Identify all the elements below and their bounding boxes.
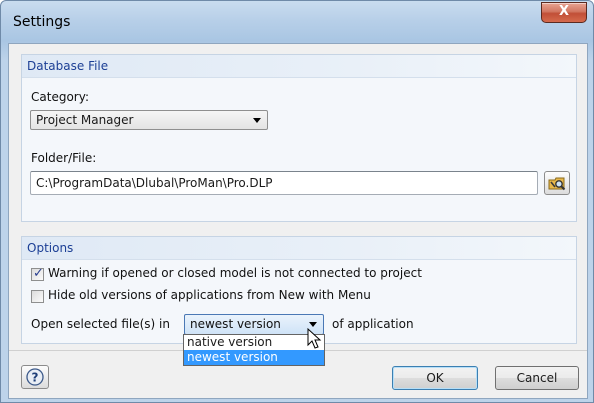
hide-versions-checkbox[interactable] bbox=[31, 290, 44, 303]
browse-button[interactable] bbox=[544, 171, 570, 195]
cancel-button[interactable]: Cancel bbox=[495, 366, 579, 390]
dialog-body: Database File Category: Project Manager … bbox=[8, 43, 588, 399]
hide-versions-checkbox-label[interactable]: Hide old versions of applications from N… bbox=[48, 288, 371, 302]
mouse-cursor-icon bbox=[307, 328, 322, 349]
folder-search-icon bbox=[548, 177, 566, 191]
options-group: Options ✓ Warning if opened or closed mo… bbox=[21, 236, 577, 344]
window-title: Settings bbox=[13, 14, 71, 30]
close-button[interactable]: X bbox=[541, 2, 587, 23]
folder-file-input[interactable]: C:\ProgramData\Dlubal\ProMan\Pro.DLP bbox=[30, 171, 538, 195]
help-icon: ? bbox=[26, 368, 44, 386]
svg-text:?: ? bbox=[32, 371, 39, 385]
of-application-label: of application bbox=[332, 317, 414, 331]
warning-checkbox[interactable]: ✓ bbox=[31, 266, 44, 281]
chevron-down-icon bbox=[253, 118, 261, 123]
open-in-label: Open selected file(s) in bbox=[31, 317, 170, 331]
database-file-group: Database File Category: Project Manager … bbox=[21, 54, 577, 222]
ok-button[interactable]: OK bbox=[392, 366, 478, 390]
category-value: Project Manager bbox=[36, 113, 134, 127]
help-button[interactable]: ? bbox=[21, 365, 49, 389]
category-combo[interactable]: Project Manager bbox=[30, 110, 268, 130]
dropdown-option-native[interactable]: native version bbox=[184, 335, 324, 350]
checkmark-icon: ✓ bbox=[33, 266, 44, 281]
title-bar[interactable]: Settings X bbox=[1, 1, 593, 43]
folder-file-value: C:\ProgramData\Dlubal\ProMan\Pro.DLP bbox=[36, 176, 273, 190]
open-version-value: newest version bbox=[190, 317, 281, 331]
settings-dialog: Settings X Database File Category: Proje… bbox=[0, 0, 594, 403]
open-version-combo[interactable]: newest version bbox=[184, 314, 324, 335]
folder-label: Folder/File: bbox=[31, 151, 97, 165]
open-version-dropdown-list: native version newest version bbox=[183, 334, 325, 366]
options-header: Options bbox=[22, 237, 576, 260]
chevron-down-icon bbox=[309, 322, 317, 327]
dropdown-option-newest[interactable]: newest version bbox=[184, 350, 324, 365]
warning-checkbox-label[interactable]: Warning if opened or closed model is not… bbox=[48, 266, 422, 280]
category-label: Category: bbox=[31, 90, 89, 104]
database-file-header: Database File bbox=[22, 55, 576, 78]
